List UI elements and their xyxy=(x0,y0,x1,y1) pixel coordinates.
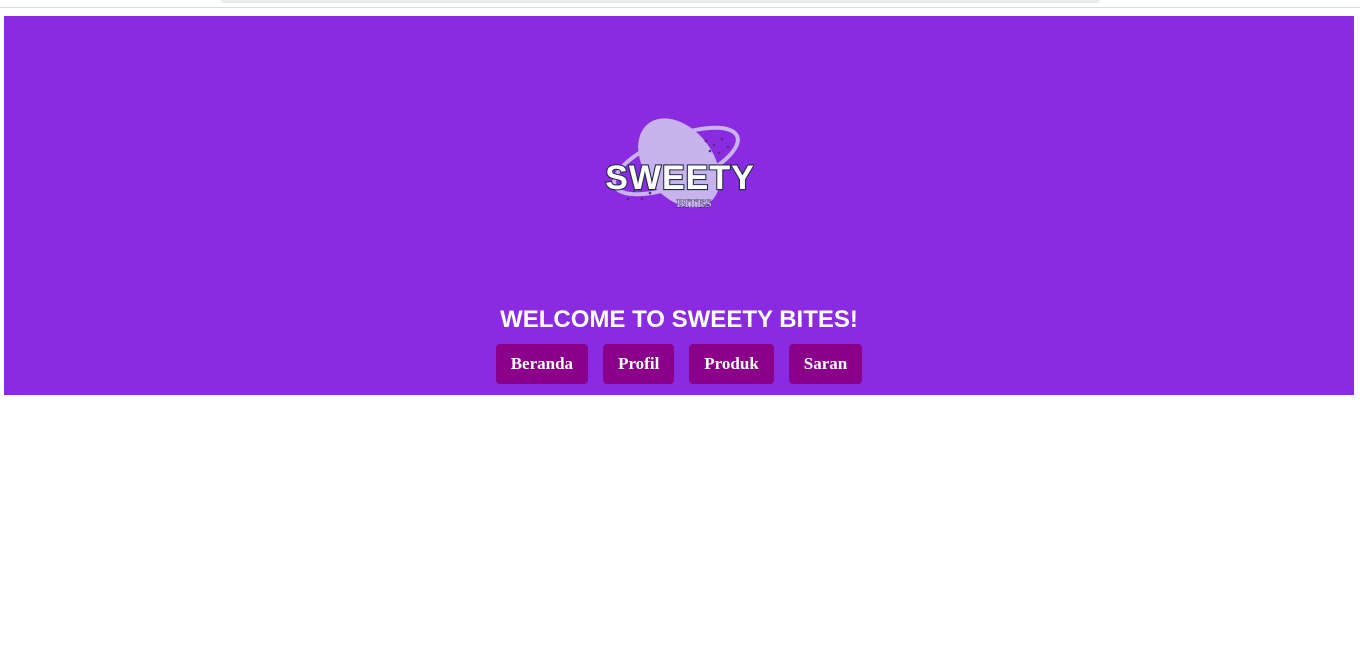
nav-button-saran[interactable]: Saran xyxy=(788,344,863,384)
nav-button-produk[interactable]: Produk xyxy=(689,344,774,384)
logo-text-main: SWEETY xyxy=(605,159,754,197)
nav-button-beranda[interactable]: Beranda xyxy=(495,344,589,384)
welcome-heading: WELCOME TO SWEETY BITES! xyxy=(500,306,858,333)
sweety-bites-logo: SWEETY BITES xyxy=(604,111,754,216)
hero-header: SWEETY BITES WELCOME TO SWEETY BITES! Be… xyxy=(4,16,1354,395)
top-scroll-bar xyxy=(221,0,1100,3)
main-nav: Beranda Profil Produk Saran xyxy=(4,344,1354,384)
logo-text-sub: BITES xyxy=(676,196,712,210)
nav-button-profil[interactable]: Profil xyxy=(603,344,675,384)
browser-top-strip xyxy=(0,0,1360,8)
